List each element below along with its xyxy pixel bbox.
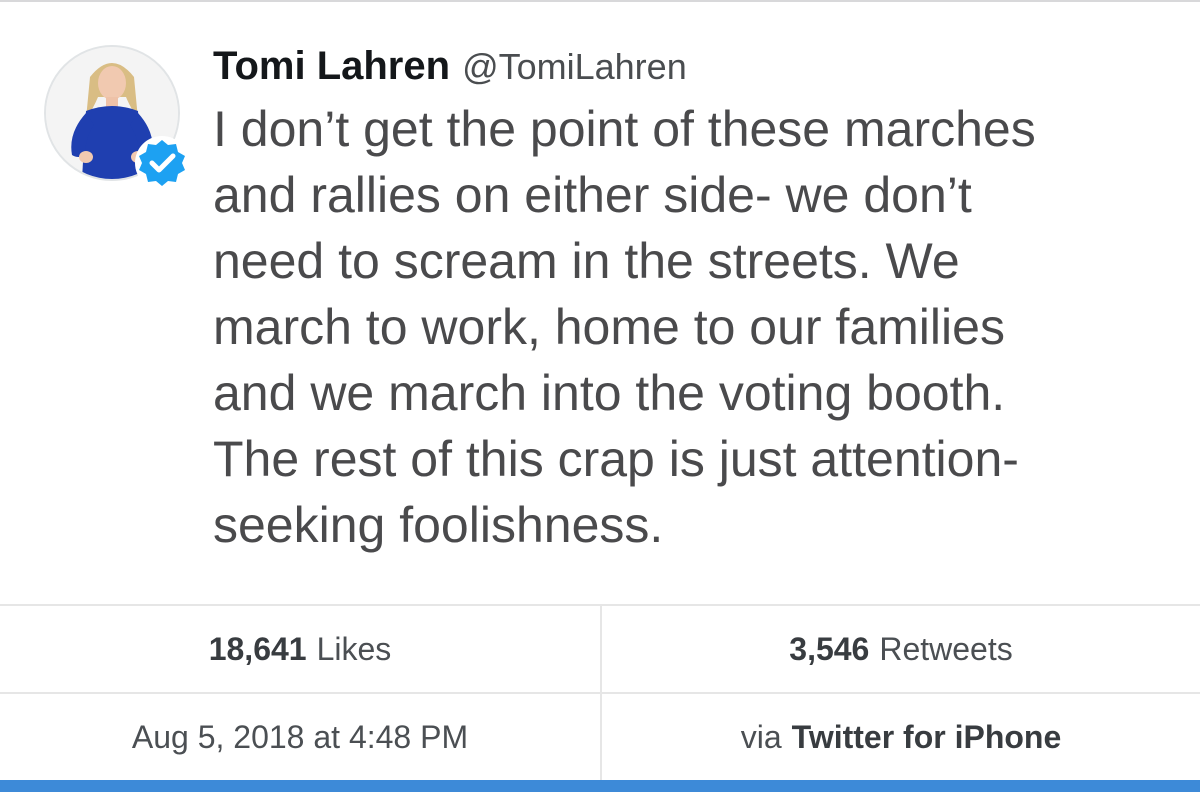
- tweet-card[interactable]: Tomi Lahren @TomiLahren I don’t get the p…: [0, 0, 1200, 604]
- tweet-source: via Twitter for iPhone: [600, 694, 1200, 780]
- verified-badge-icon: [134, 135, 190, 191]
- tweet-text-line: seeking foolishness.: [213, 497, 664, 553]
- via-prefix: via: [740, 718, 782, 755]
- user-handle[interactable]: @TomiLahren: [462, 46, 687, 87]
- tweet-text-line: and we march into the voting booth.: [213, 365, 1006, 421]
- tweet-text-line: The rest of this crap is just attention-: [213, 431, 1019, 487]
- source-app-link[interactable]: Twitter for iPhone: [792, 719, 1062, 756]
- likes-count: 18,641: [208, 630, 307, 667]
- tweet-author[interactable]: Tomi Lahren @TomiLahren: [213, 40, 687, 101]
- tweet-text-line: march to work, home to our families: [213, 299, 1005, 355]
- display-name[interactable]: Tomi Lahren: [213, 44, 450, 88]
- tweet-text: I don’t get the point of these marches a…: [213, 96, 1173, 558]
- tweet-text-line: I don’t get the point of these marches: [213, 101, 1036, 157]
- retweets-count: 3,546: [789, 630, 870, 667]
- likes-stat[interactable]: 18,641 Likes: [0, 606, 600, 692]
- timestamp[interactable]: Aug 5, 2018 at 4:48 PM: [0, 694, 600, 780]
- likes-label: Likes: [316, 630, 392, 667]
- bottom-accent-bar: [0, 780, 1200, 792]
- tweet-text-line: and rallies on either side- we don’t: [213, 167, 972, 223]
- timestamp-text: Aug 5, 2018 at 4:48 PM: [131, 718, 469, 755]
- retweets-stat[interactable]: 3,546 Retweets: [600, 606, 1200, 692]
- tweet-meta: Aug 5, 2018 at 4:48 PM via Twitter for iP…: [0, 692, 1200, 780]
- tweet-text-line: need to scream in the streets. We: [213, 233, 960, 289]
- engagement-stats: 18,641 Likes 3,546 Retweets: [0, 604, 1200, 692]
- retweets-label: Retweets: [879, 630, 1013, 667]
